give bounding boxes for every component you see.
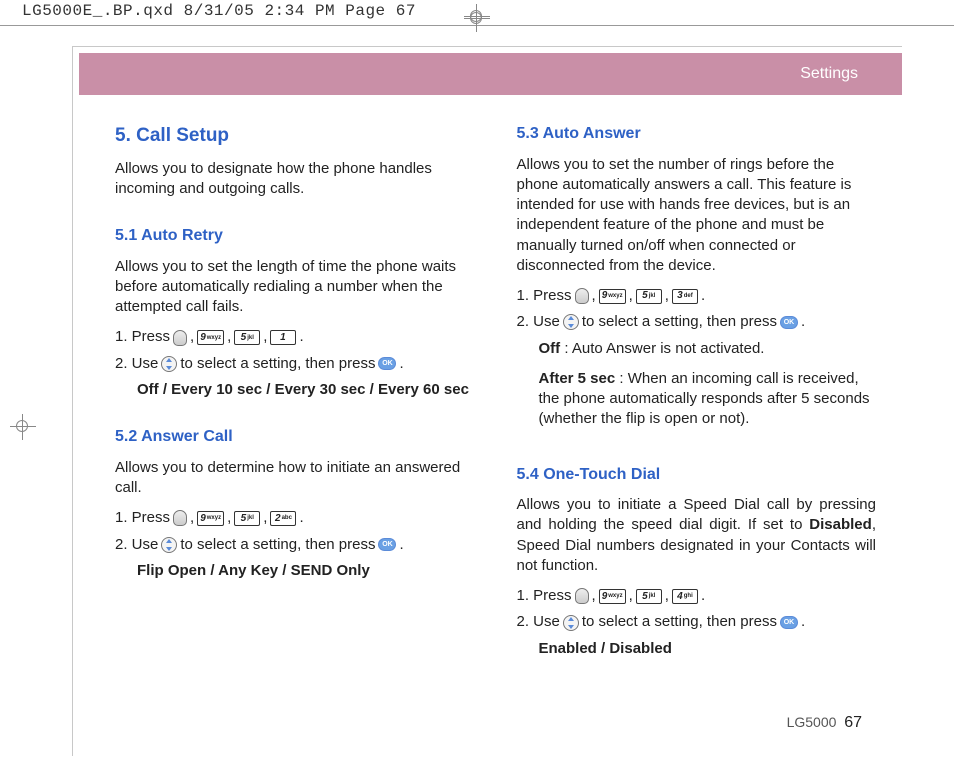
heading-auto-answer: 5.3 Auto Answer	[517, 123, 877, 145]
auto-answer-step2: 2. Use to select a setting, then press O…	[517, 312, 877, 332]
text-off: : Auto Answer is not activated.	[560, 340, 764, 357]
heading-auto-retry: 5.1 Auto Retry	[115, 225, 475, 247]
step-text: 1. Press	[115, 327, 170, 347]
auto-answer-step1: 1. Press , 9wxyz, 5jkl, 3def.	[517, 286, 877, 306]
ok-key-icon: OK	[378, 357, 396, 370]
key-9-icon: 9wxyz	[599, 589, 626, 604]
page-footer: LG5000 67	[787, 714, 862, 732]
period: .	[399, 354, 403, 374]
heading-call-setup: 5. Call Setup	[115, 123, 475, 149]
comma: ,	[592, 286, 596, 306]
answer-call-step2: 2. Use to select a setting, then press O…	[115, 535, 475, 555]
label-off: Off	[539, 340, 561, 357]
period: .	[299, 508, 303, 528]
period: .	[701, 286, 705, 306]
one-touch-step1: 1. Press , 9wxyz, 5jkl, 4ghi.	[517, 586, 877, 606]
heading-answer-call: 5.2 Answer Call	[115, 426, 475, 448]
crop-marks-header: LG5000E_.BP.qxd 8/31/05 2:34 PM Page 67	[22, 2, 416, 20]
step-text: 1. Press	[517, 586, 572, 606]
one-touch-desc: Allows you to initiate a Speed Dial call…	[517, 495, 877, 576]
key-5-icon: 5jkl	[234, 511, 260, 526]
key-9-icon: 9wxyz	[599, 289, 626, 304]
period: .	[801, 612, 805, 632]
comma: ,	[263, 327, 267, 347]
period: .	[399, 535, 403, 555]
one-touch-step2: 2. Use to select a setting, then press O…	[517, 612, 877, 632]
nav-updown-icon	[161, 356, 177, 372]
key-5-icon: 5jkl	[636, 589, 662, 604]
key-2-icon: 2abc	[270, 511, 296, 526]
comma: ,	[263, 508, 267, 528]
step-text: 2. Use	[517, 612, 560, 632]
nav-updown-icon	[161, 537, 177, 553]
answer-call-step1: 1. Press , 9wxyz, 5jkl, 2abc.	[115, 508, 475, 528]
key-5-icon: 5jkl	[636, 289, 662, 304]
ok-key-icon: OK	[780, 316, 798, 329]
left-column: 5. Call Setup Allows you to designate ho…	[115, 123, 475, 665]
comma: ,	[629, 586, 633, 606]
step-text: 2. Use	[115, 354, 158, 374]
step-text: 1. Press	[517, 286, 572, 306]
auto-retry-step2: 2. Use to select a setting, then press O…	[115, 354, 475, 374]
auto-retry-desc: Allows you to set the length of time the…	[115, 257, 475, 318]
key-3-icon: 3def	[672, 289, 698, 304]
comma: ,	[665, 586, 669, 606]
registration-mark-bottom	[468, 10, 486, 28]
label-after5: After 5 sec	[539, 370, 616, 387]
comma: ,	[227, 508, 231, 528]
key-1-icon: 1	[270, 330, 296, 345]
auto-retry-options: Off / Every 10 sec / Every 30 sec / Ever…	[137, 380, 475, 400]
desc-bold: Disabled	[809, 516, 872, 533]
comma: ,	[190, 327, 194, 347]
one-touch-options: Enabled / Disabled	[539, 639, 877, 659]
ok-key-icon: OK	[780, 616, 798, 629]
intro-text: Allows you to designate how the phone ha…	[115, 159, 475, 200]
period: .	[299, 327, 303, 347]
section-banner: Settings	[79, 53, 902, 95]
step-text: 1. Press	[115, 508, 170, 528]
period: .	[801, 312, 805, 332]
comma: ,	[629, 286, 633, 306]
comma: ,	[665, 286, 669, 306]
step-text: to select a setting, then press	[582, 312, 777, 332]
auto-answer-desc: Allows you to set the number of rings be…	[517, 155, 877, 277]
ok-key-icon: OK	[378, 538, 396, 551]
period: .	[701, 586, 705, 606]
step-text: to select a setting, then press	[582, 612, 777, 632]
softkey-icon	[173, 510, 187, 526]
auto-answer-after5: After 5 sec : When an incoming call is r…	[539, 369, 877, 430]
nav-updown-icon	[563, 615, 579, 631]
step-text: 2. Use	[517, 312, 560, 332]
step-text: to select a setting, then press	[180, 354, 375, 374]
key-4-icon: 4ghi	[672, 589, 698, 604]
right-column: 5.3 Auto Answer Allows you to set the nu…	[517, 123, 877, 665]
answer-call-desc: Allows you to determine how to initiate …	[115, 458, 475, 499]
key-9-icon: 9wxyz	[197, 330, 224, 345]
footer-model: LG5000	[787, 714, 837, 730]
auto-answer-off: Off : Auto Answer is not activated.	[539, 339, 877, 359]
page-frame: Settings 5. Call Setup Allows you to des…	[72, 46, 902, 756]
softkey-icon	[575, 588, 589, 604]
footer-page-number: 67	[844, 714, 862, 731]
key-9-icon: 9wxyz	[197, 511, 224, 526]
softkey-icon	[575, 288, 589, 304]
key-5-icon: 5jkl	[234, 330, 260, 345]
softkey-icon	[173, 330, 187, 346]
comma: ,	[592, 586, 596, 606]
step-text: to select a setting, then press	[180, 535, 375, 555]
banner-title: Settings	[800, 65, 858, 83]
heading-one-touch-dial: 5.4 One-Touch Dial	[517, 464, 877, 486]
nav-updown-icon	[563, 314, 579, 330]
registration-mark-left	[14, 418, 32, 436]
answer-call-options: Flip Open / Any Key / SEND Only	[137, 561, 475, 581]
step-text: 2. Use	[115, 535, 158, 555]
auto-retry-step1: 1. Press , 9wxyz, 5jkl, 1.	[115, 327, 475, 347]
content-columns: 5. Call Setup Allows you to designate ho…	[79, 95, 902, 665]
comma: ,	[190, 508, 194, 528]
comma: ,	[227, 327, 231, 347]
